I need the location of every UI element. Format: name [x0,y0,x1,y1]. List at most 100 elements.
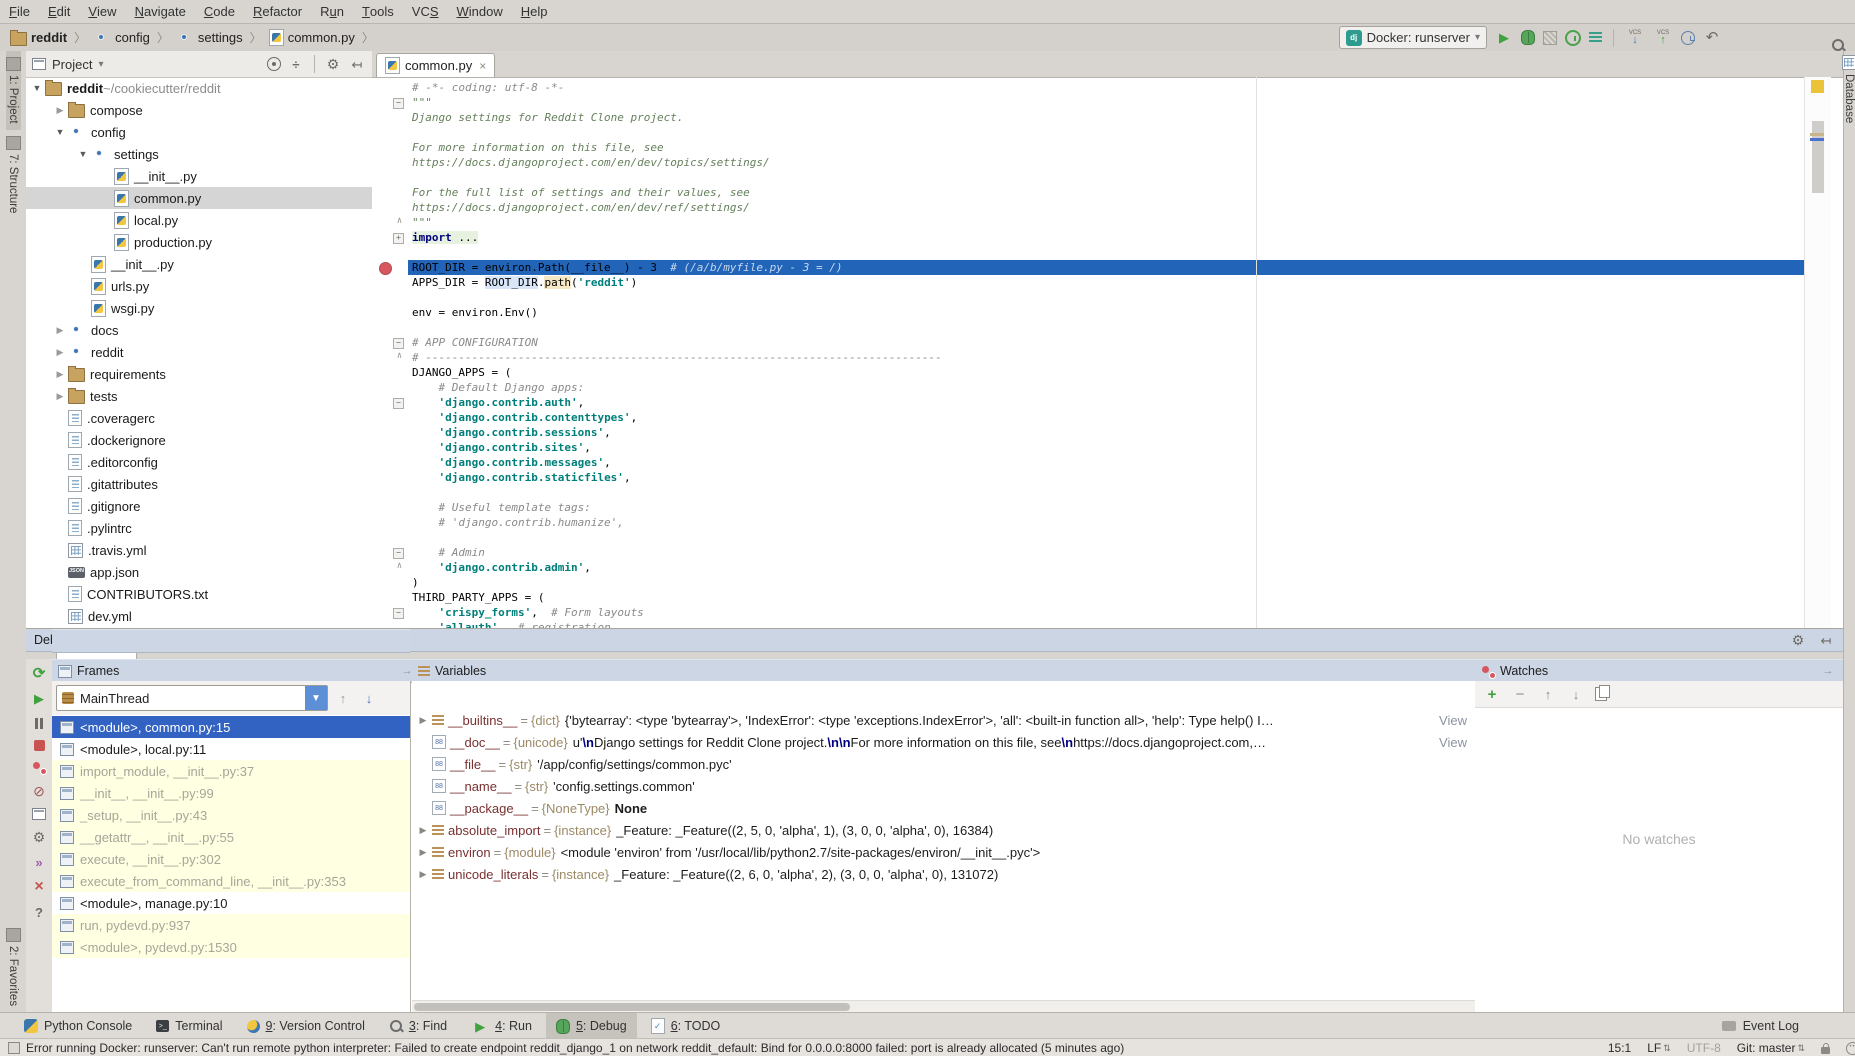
expand-icon[interactable]: ▶ [416,847,430,858]
breadcrumb-config[interactable]: config [91,30,152,46]
lock-icon[interactable] [1821,1047,1830,1054]
toolwindow-todo[interactable]: 6: TODO [641,1013,731,1039]
variable-row[interactable]: __name__={str}'config.settings.common' [412,775,1475,797]
sidebar-item-2-favorites[interactable]: 2: Favorites [6,922,21,1012]
sidebar-item-1-project[interactable]: 1: Project [6,51,21,130]
toolwindow-debug[interactable]: 5: Debug [546,1013,637,1039]
tree-item-local-py[interactable]: local.py [26,209,372,231]
frame-row[interactable]: _setup, __init__.py:43 [52,804,410,826]
frame-row[interactable]: run, pydevd.py:937 [52,914,410,936]
menu-run[interactable]: Run [311,0,353,23]
tree-item-wsgi-py[interactable]: wsgi.py [26,297,372,319]
code-line-36[interactable]: − 'crispy_forms', # Form layouts [372,605,1805,620]
add-watch-icon[interactable] [1483,686,1501,702]
frame-row[interactable]: <module>, pydevd.py:1530 [52,936,410,958]
inspection-indicator[interactable] [1811,80,1824,93]
mute-breakpoints-icon[interactable] [30,783,48,799]
variable-row[interactable]: ▶unicode_literals={instance}_Feature: _F… [412,863,1475,885]
tree-item-app-json[interactable]: app.json [26,561,372,583]
tree-item-reddit[interactable]: ▶reddit [26,341,372,363]
close-icon[interactable] [30,879,48,895]
code-line-7[interactable] [372,170,1805,185]
coverage-icon[interactable] [1543,31,1557,45]
fold-end-icon[interactable]: ∧ [395,353,404,362]
expand-icon[interactable]: ▶ [416,715,430,726]
frame-row[interactable]: execute_from_command_line, __init__.py:3… [52,870,410,892]
tree-item-tests[interactable]: ▶tests [26,385,372,407]
tree-item-docs[interactable]: ▶docs [26,319,372,341]
pause-icon[interactable] [30,715,48,731]
chevron-down-icon[interactable]: ▾ [98,59,103,70]
menu-view[interactable]: View [79,0,125,23]
event-log-button[interactable]: Event Log [1722,1019,1855,1033]
tree-item-coveragerc[interactable]: .coveragerc [26,407,372,429]
thread-dump-icon[interactable] [1589,32,1602,43]
search-icon[interactable] [1831,38,1845,52]
tree-item-gitignore[interactable]: .gitignore [26,495,372,517]
stop-icon[interactable] [34,740,45,751]
tree-item-reddit[interactable]: ▼reddit ~/cookiecutter/reddit [26,77,372,99]
hide-debug-icon[interactable] [1817,632,1835,648]
tree-item-travis-yml[interactable]: .travis.yml [26,539,372,561]
view-link[interactable]: View [1435,735,1475,750]
float-window-icon[interactable] [1819,663,1837,679]
code-line-4[interactable] [372,125,1805,140]
fold-expand-icon[interactable]: + [393,233,404,244]
code-line-18[interactable]: −# APP CONFIGURATION [372,335,1805,350]
fold-collapse-icon[interactable]: − [393,398,404,409]
scrollbar-thumb[interactable] [1812,121,1824,193]
variable-row[interactable]: ▶absolute_import={instance}_Feature: _Fe… [412,819,1475,841]
expand-icon[interactable]: ▶ [416,825,430,836]
tree-item-init-py[interactable]: __init__.py [26,253,372,275]
tree-item-production-py[interactable]: production.py [26,231,372,253]
status-git-master[interactable]: Git: master⇅ [1737,1041,1805,1055]
chevron-down-icon[interactable]: ▼ [305,686,327,710]
code-line-22[interactable]: − 'django.contrib.auth', [372,395,1805,410]
editor-scrollbar[interactable] [1804,77,1831,628]
tree-item-compose[interactable]: ▶compose [26,99,372,121]
menu-tools[interactable]: Tools [353,0,403,23]
run-icon[interactable] [1495,30,1513,46]
tree-item-editorconfig[interactable]: .editorconfig [26,451,372,473]
chevron-right-icon[interactable]: ▶ [52,391,68,402]
fold-collapse-icon[interactable]: − [393,98,404,109]
code-line-19[interactable]: ∧# -------------------------------------… [372,350,1805,365]
duplicate-icon[interactable] [1595,687,1607,701]
view-link[interactable]: View [1435,713,1475,728]
tree-item-contributors-txt[interactable]: CONTRIBUTORS.txt [26,583,372,605]
code-line-1[interactable]: # -*- coding: utf-8 -*- [372,80,1805,95]
chevron-down-icon[interactable]: ▼ [29,83,45,93]
status-lf[interactable]: LF⇅ [1647,1041,1671,1055]
next-frame-button[interactable]: ↓ [358,687,380,709]
tree-item-dockerignore[interactable]: .dockerignore [26,429,372,451]
code-line-37[interactable]: 'allauth', # registration [372,620,1805,628]
previous-frame-button[interactable]: ↑ [332,687,354,709]
history-icon[interactable] [1681,31,1695,45]
fold-end-icon[interactable]: ∧ [395,563,404,572]
chevron-down-icon[interactable]: ▼ [52,127,68,137]
code-line-34[interactable]: ) [372,575,1805,590]
chevron-right-icon[interactable]: ▶ [52,105,68,116]
run-config-select[interactable]: Docker: runserver ▾ [1339,26,1487,49]
tab-common-py[interactable]: common.py × [376,53,495,77]
close-icon[interactable]: × [477,59,486,73]
variable-row[interactable]: ▶environ={module}<module 'environ' from … [412,841,1475,863]
chevron-right-icon[interactable]: ▶ [52,369,68,380]
resume-icon[interactable] [30,690,48,706]
gear-icon[interactable] [324,56,342,72]
tree-item-settings[interactable]: ▼settings [26,143,372,165]
status-15-1[interactable]: 15:1 [1608,1041,1631,1055]
expand-icon[interactable]: ▶ [416,869,430,880]
settings-icon[interactable] [30,829,48,845]
view-breakpoints-icon[interactable] [32,760,46,774]
toolwindow-find[interactable]: 3: Find [379,1013,457,1039]
tree-item-common-py[interactable]: common.py [26,187,372,209]
code-line-26[interactable]: 'django.contrib.messages', [372,455,1805,470]
vcs-commit-icon[interactable]: VCS↑ [1653,29,1673,47]
code-line-16[interactable]: env = environ.Env() [372,305,1805,320]
code-line-13[interactable]: ROOT_DIR = environ.Path(__file__) - 3 # … [372,260,1805,275]
breakpoint-icon[interactable] [379,262,392,275]
rerun-icon[interactable] [30,665,48,681]
collapse-all-icon[interactable] [287,56,305,72]
toolwindow-version-control[interactable]: 9: Version Control [237,1013,375,1039]
